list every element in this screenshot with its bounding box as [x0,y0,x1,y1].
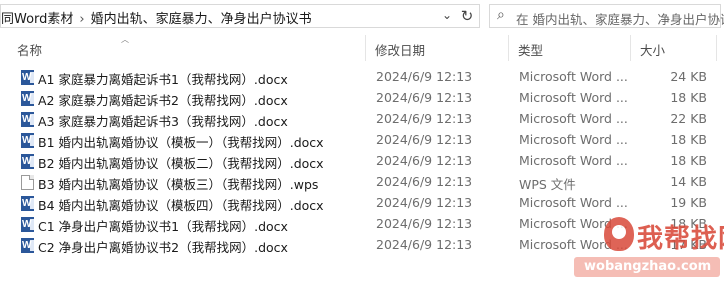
file-name: A3 家庭暴力离婚起诉书3（我帮找网）.docx [38,114,288,129]
word-document-icon [21,154,34,169]
file-size: 19 KB [670,195,707,210]
column-header-modified[interactable]: 修改日期 [375,40,425,59]
file-type: Microsoft Word ... [519,132,628,147]
file-name: B1 婚内出轨离婚协议（模板一）（我帮找网）.docx [38,135,324,150]
file-name: C1 净身出户离婚协议书1（我帮找网）.docx [38,219,288,234]
generic-file-icon [21,175,34,190]
file-size: 24 KB [670,69,707,84]
file-modified-date: 2024/6/9 12:13 [376,132,473,147]
sort-ascending-icon: ︿ [121,35,129,44]
watermark-text: 我帮找网 [637,224,724,254]
file-size: 18 KB [670,90,707,105]
word-document-icon [21,238,34,253]
watermark-logo-icon [604,217,634,251]
file-size: 18 KB [670,132,707,147]
search-box[interactable]: ⌕ 在 婚内出轨、家庭暴力、净身出户协议书 [489,4,724,28]
file-type: Microsoft Word ... [519,69,628,84]
file-modified-date: 2024/6/9 12:13 [376,111,473,126]
file-row[interactable]: B2 婚内出轨离婚协议（模板二）（我帮找网）.docx 2024/6/9 12:1… [0,151,724,172]
file-name: B4 婚内出轨离婚协议（模板四）（我帮找网）.docx [38,198,324,213]
file-modified-date: 2024/6/9 12:13 [376,195,473,210]
file-row[interactable]: A3 家庭暴力离婚起诉书3（我帮找网）.docx 2024/6/9 12:13 Mi… [0,109,724,130]
word-document-icon [21,70,34,85]
breadcrumb-segment[interactable]: 婚内出轨、家庭暴力、净身出户协议书 [91,12,312,27]
file-row[interactable]: B4 婚内出轨离婚协议（模板四）（我帮找网）.docx 2024/6/9 12:1… [0,193,724,214]
file-row[interactable]: B3 婚内出轨离婚协议（模板三）（我帮找网）.wps 2024/6/9 12:13… [0,172,724,193]
file-type: Microsoft Word ... [519,111,628,126]
file-row[interactable]: A2 家庭暴力离婚起诉书2（我帮找网）.docx 2024/6/9 12:13 Mi… [0,88,724,109]
word-document-icon [21,112,34,127]
file-row[interactable]: B1 婚内出轨离婚协议（模板一）（我帮找网）.docx 2024/6/9 12:1… [0,130,724,151]
file-name: B3 婚内出轨离婚协议（模板三）（我帮找网）.wps [38,177,319,192]
column-header-size[interactable]: 大小 [640,40,665,59]
column-header-type[interactable]: 类型 [518,40,543,59]
breadcrumb: 同Word素材 › 婚内出轨、家庭暴力、净身出户协议书 [1,8,312,27]
file-modified-date: 2024/6/9 12:13 [376,216,473,231]
file-size: 14 KB [670,174,707,189]
file-type: Microsoft Word ... [519,195,628,210]
column-header-name[interactable]: 名称 [17,40,42,59]
file-type: Microsoft Word ... [519,153,628,168]
chevron-down-icon[interactable]: ⌄ [441,8,453,24]
word-document-icon [21,133,34,148]
file-modified-date: 2024/6/9 12:13 [376,69,473,84]
breadcrumb-separator-icon: › [79,12,85,27]
column-divider[interactable] [630,35,631,61]
refresh-icon[interactable]: ↻ [459,7,475,25]
column-header-row: ︿ 名称 修改日期 类型 大小 [0,35,724,61]
file-type: WPS 文件 [519,177,576,192]
file-modified-date: 2024/6/9 12:13 [376,174,473,189]
address-bar[interactable]: 同Word素材 › 婚内出轨、家庭暴力、净身出户协议书 ⌄ ↻ [0,4,480,28]
file-name: C2 净身出户离婚协议书2（我帮找网）.docx [38,240,288,255]
file-modified-date: 2024/6/9 12:13 [376,90,473,105]
word-document-icon [21,196,34,211]
file-name: B2 婚内出轨离婚协议（模板二）（我帮找网）.docx [38,156,324,171]
file-type: Microsoft Word ... [519,90,628,105]
search-input[interactable]: 在 婚内出轨、家庭暴力、净身出户协议书 [516,9,724,28]
file-name: A1 家庭暴力离婚起诉书1（我帮找网）.docx [38,72,288,87]
word-document-icon [21,91,34,106]
file-name: A2 家庭暴力离婚起诉书2（我帮找网）.docx [38,93,288,108]
file-modified-date: 2024/6/9 12:13 [376,153,473,168]
search-icon: ⌕ [497,7,505,23]
file-size: 18 KB [670,153,707,168]
column-divider[interactable] [508,35,509,61]
file-modified-date: 2024/6/9 12:13 [376,237,473,252]
column-divider[interactable] [365,35,366,61]
file-row[interactable]: A1 家庭暴力离婚起诉书1（我帮找网）.docx 2024/6/9 12:13 Mi… [0,67,724,88]
column-divider[interactable] [716,35,717,61]
file-size: 22 KB [670,111,707,126]
word-document-icon [21,217,34,232]
breadcrumb-segment[interactable]: 同Word素材 [1,12,73,27]
watermark-url: wobangzhao.com [584,259,712,274]
